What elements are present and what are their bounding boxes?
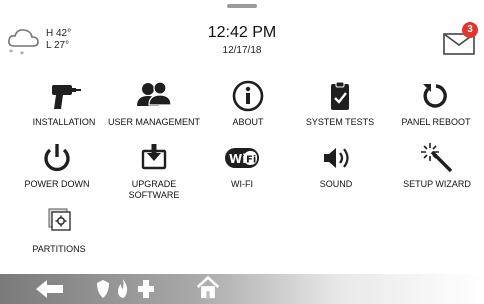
setup-wizard-button[interactable]: SETUP WIZARD — [389, 142, 484, 194]
weather-widget[interactable]: * * H 42° L 27° — [6, 24, 96, 66]
medical-cross-icon[interactable] — [137, 277, 155, 301]
snow-cloud-icon: * * — [8, 29, 39, 58]
back-arrow-icon[interactable] — [34, 277, 66, 301]
users-icon — [137, 81, 172, 106]
info-icon — [232, 80, 264, 112]
temperature-high: H 42° — [46, 28, 72, 39]
bottom-navigation-bar — [0, 274, 484, 304]
system-tests-button[interactable]: SYSTEM TESTS — [292, 80, 388, 132]
pull-down-handle[interactable] — [227, 4, 257, 8]
tile-label: ABOUT — [232, 117, 264, 127]
drill-icon — [52, 85, 81, 109]
download-icon — [141, 144, 167, 170]
partitions-icon — [48, 208, 71, 231]
upgrade-software-button[interactable]: UPGRADE SOFTWARE — [106, 142, 202, 200]
tile-label: PANEL REBOOT — [401, 117, 471, 127]
partitions-button[interactable]: PARTITIONS — [11, 207, 107, 259]
user-management-button[interactable]: USER MANAGEMENT — [106, 80, 202, 132]
svg-text:Fi: Fi — [246, 155, 256, 166]
about-button[interactable]: ABOUT — [200, 80, 296, 132]
home-icon[interactable] — [193, 275, 223, 299]
svg-text:Wi: Wi — [229, 152, 246, 166]
tile-label: USER MANAGEMENT — [107, 117, 200, 127]
message-count-badge: 3 — [462, 22, 478, 38]
wifi-button[interactable]: Wi Fi WI-FI — [194, 142, 290, 194]
tile-label: POWER DOWN — [24, 179, 90, 189]
tile-label: UPGRADE SOFTWARE — [128, 179, 180, 200]
current-time: 12:42 PM — [207, 24, 277, 41]
tile-label: PARTITIONS — [32, 244, 86, 254]
tile-label: SYSTEM TESTS — [305, 117, 375, 127]
installation-button[interactable]: INSTALLATION — [16, 80, 112, 132]
sound-button[interactable]: SOUND — [288, 142, 384, 194]
wifi-icon: Wi Fi — [225, 148, 259, 168]
svg-text:*: * — [20, 50, 24, 58]
tile-label: WI-FI — [231, 179, 253, 189]
messages-button[interactable]: 3 — [443, 22, 478, 56]
police-shield-icon[interactable] — [96, 277, 110, 301]
tile-label: INSTALLATION — [32, 117, 96, 127]
tile-label: SETUP WIZARD — [403, 179, 471, 189]
power-down-button[interactable]: POWER DOWN — [9, 142, 105, 194]
temperature-low: L 27° — [46, 40, 70, 51]
current-date: 12/17/18 — [222, 45, 262, 56]
power-icon — [44, 144, 70, 172]
clipboard-check-icon — [331, 81, 349, 110]
svg-text:*: * — [9, 48, 13, 57]
panel-reboot-button[interactable]: PANEL REBOOT — [388, 80, 484, 132]
speaker-icon — [324, 148, 349, 168]
fire-icon[interactable] — [116, 277, 130, 301]
clock: 12:42 PM 12/17/18 — [192, 24, 292, 57]
magic-wand-icon — [421, 143, 453, 173]
tile-label: SOUND — [319, 179, 353, 189]
reboot-icon — [423, 84, 447, 108]
